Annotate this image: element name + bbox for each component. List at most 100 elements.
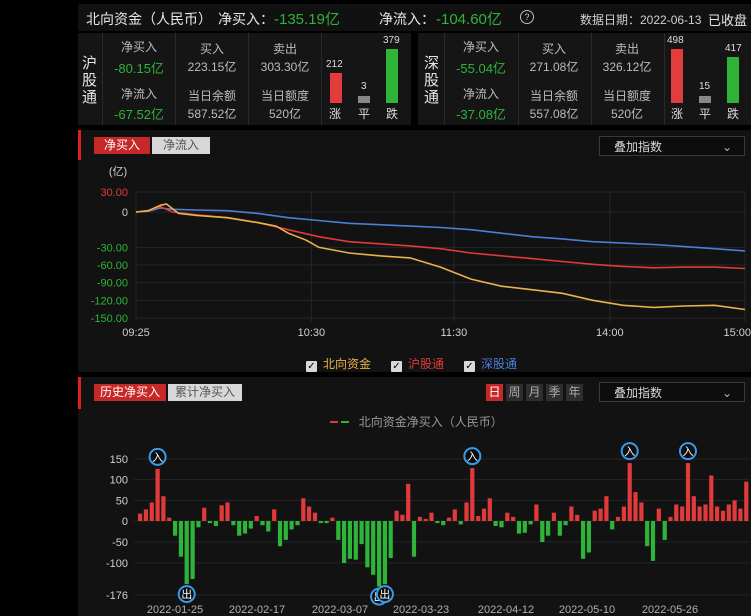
bar (266, 521, 271, 532)
bar (441, 521, 446, 526)
bar (365, 521, 370, 568)
bar (394, 510, 399, 521)
shen-balance-label: 当日余额 (529, 89, 578, 103)
bar (720, 510, 726, 521)
bar (377, 521, 382, 587)
bar (295, 521, 300, 526)
hu-title: 沪 股 通 (82, 55, 98, 106)
bar (685, 463, 691, 521)
x-tick-label: 2022-01-25 (147, 604, 203, 616)
shen-quota-label: 当日额度 (602, 89, 651, 103)
bar (272, 509, 277, 521)
hu-net-inflow-value: -67.52亿 (114, 107, 164, 122)
bar (621, 506, 626, 521)
net-inflow-value: -104.60亿 (436, 11, 502, 28)
bar (184, 521, 189, 585)
y-tick-label: -120.00 (91, 295, 128, 307)
shen-flat-bar (699, 96, 711, 103)
bar (359, 521, 364, 545)
legend-shen[interactable]: ✓ 深股通 (464, 355, 517, 372)
marker-in: 入 (678, 442, 697, 461)
divider (175, 33, 176, 125)
bar (586, 521, 591, 553)
bar (633, 492, 638, 521)
hu-sell-label: 卖出 (272, 42, 297, 56)
bar (260, 521, 265, 526)
bar (155, 468, 160, 521)
y-tick-label: 100 (110, 475, 128, 487)
bar (307, 506, 312, 521)
bar (610, 521, 615, 530)
bar (499, 521, 504, 528)
hu-flat-count: 3 (361, 81, 367, 92)
legend-hu[interactable]: ✓ 沪股通 (391, 355, 444, 372)
y-tick-label: -176 (106, 590, 128, 602)
divider (664, 33, 665, 125)
bar (656, 508, 661, 521)
marker-in: 入 (620, 442, 639, 461)
shen-net-inflow-label: 净流入 (462, 87, 499, 101)
bar (598, 508, 603, 521)
bar (650, 521, 656, 561)
shen-title-char: 通 (424, 89, 440, 106)
marker-label: 入 (624, 445, 635, 458)
bar (324, 521, 329, 524)
checkbox-icon: ✓ (306, 361, 317, 372)
y-tick-label: 0 (122, 516, 128, 528)
x-tick-label: 2022-02-17 (229, 604, 285, 616)
bar (481, 508, 487, 521)
shen-up-bar (671, 49, 683, 103)
bar (551, 512, 556, 521)
shen-buy-value: 271.08亿 (529, 60, 579, 74)
hu-up-label: 涨 (329, 107, 342, 121)
hu-down-bar (386, 49, 398, 103)
bar (738, 508, 743, 521)
bar (248, 521, 253, 529)
y-tick-label: -100 (106, 558, 128, 570)
help-icon[interactable]: ? (520, 10, 534, 24)
bar (557, 521, 562, 536)
shen-sell-label: 卖出 (614, 42, 639, 56)
hu-flat-label: 平 (358, 107, 371, 121)
x-tick-label: 10:30 (298, 327, 326, 339)
x-tick-label: 14:00 (596, 327, 624, 339)
bar (283, 521, 288, 540)
bar (458, 521, 463, 525)
bar (202, 507, 207, 521)
bar (149, 502, 154, 521)
bar (231, 521, 236, 526)
y-unit-label: (亿) (109, 165, 127, 178)
marker-label: 出 (379, 587, 390, 601)
bar (353, 521, 358, 560)
bar (423, 518, 428, 521)
bar (417, 516, 422, 521)
x-tick-label: 09:25 (122, 327, 150, 339)
net-buy-label: 净买入： (218, 11, 274, 27)
checkbox-icon: ✓ (464, 361, 475, 372)
shen-buy-label: 买入 (541, 42, 566, 56)
bar (668, 516, 673, 521)
bar (464, 502, 469, 521)
hu-panel: 沪 股 通 净买入 -80.15亿 买入 223.15亿 卖出 303.30亿 … (78, 33, 411, 125)
shen-down-count: 417 (725, 43, 742, 54)
bar (563, 521, 568, 526)
bar (470, 468, 475, 521)
bar (429, 512, 434, 521)
bar (709, 475, 714, 521)
x-tick-label: 15:00 (723, 327, 751, 339)
marker-label: 入 (682, 445, 693, 458)
legend-northbound[interactable]: ✓ 北向资金 (306, 355, 371, 372)
hu-balance-label: 当日余额 (187, 89, 236, 103)
shen-panel: 深 股 通 净买入 -55.04亿 买入 271.08亿 卖出 326.12亿 … (418, 33, 751, 125)
net-buy-value: -135.19亿 (274, 11, 340, 28)
bar (744, 481, 749, 521)
intraday-chart: (亿) 30.00 0 -30.00 -60.00 -90.00 -120.00 -150.0… (91, 165, 751, 339)
history-chart: 150 100 50 0 -50 -100 -176 2022-01-25 2022-02-17… (106, 442, 750, 616)
bar (592, 510, 597, 521)
hu-balance-value: 587.52亿 (187, 107, 237, 121)
bar (546, 521, 551, 536)
net-inflow-label: 净流入： (379, 11, 435, 27)
shen-title-char: 股 (424, 72, 440, 89)
y-tick-label: -90.00 (97, 278, 128, 290)
hu-net-inflow-label: 净流入 (120, 87, 157, 101)
